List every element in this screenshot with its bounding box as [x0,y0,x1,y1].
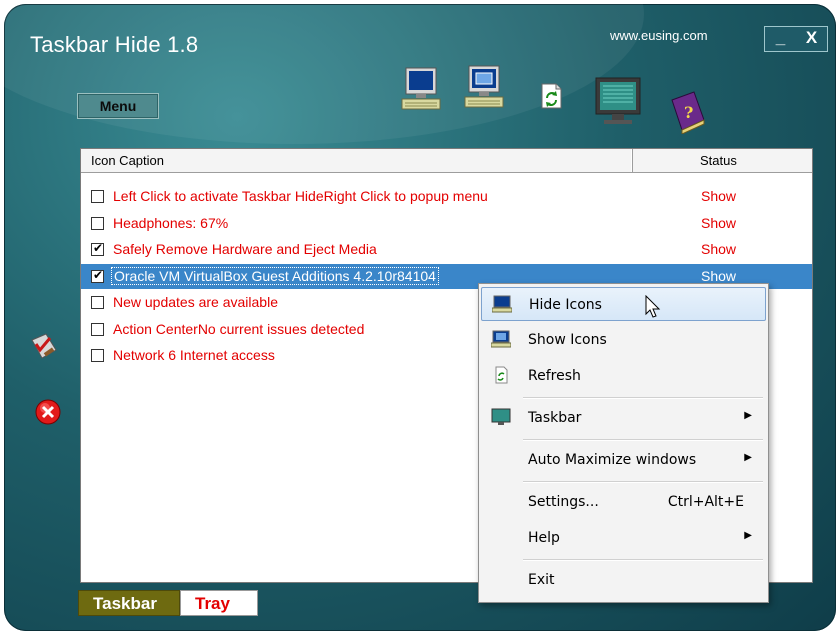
row-checkbox[interactable] [91,241,104,256]
row-caption: Left Click to activate Taskbar HideRight… [113,188,488,204]
list-header: Icon Caption Status [81,149,812,173]
taskbar-monitor-icon [491,408,511,426]
context-menu: Hide Icons Show Icons Refresh Taskbar ▶ … [478,283,769,603]
website-link[interactable]: www.eusing.com [610,28,708,43]
mouse-cursor-icon [645,294,661,323]
menu-separator [523,559,763,561]
row-status: Show [701,214,737,231]
menu-separator [523,397,763,399]
menu-item-help[interactable]: Help ▶ [481,521,766,555]
minimize-button[interactable]: _ [765,27,796,51]
row-status: Show [701,267,737,284]
row-status: Show [701,188,737,204]
menu-item-auto-maximize[interactable]: Auto Maximize windows ▶ [481,443,766,477]
column-header-status[interactable]: Status [634,149,811,172]
refresh-icon[interactable] [538,82,564,110]
menu-item-label: Show Icons [528,332,607,348]
row-checkbox[interactable] [91,322,104,336]
menu-item-taskbar[interactable]: Taskbar ▶ [481,401,766,435]
menu-separator [523,481,763,483]
taskbar-monitor-icon[interactable] [594,76,642,126]
window-controls: _ X [764,26,828,52]
menu-item-exit[interactable]: Exit [481,563,766,597]
show-icons-monitor-icon [490,330,512,348]
row-status: Show [701,241,737,257]
row-caption: Safely Remove Hardware and Eject Media [113,241,377,257]
row-caption: Action CenterNo current issues detected [113,320,365,337]
row-checkbox[interactable] [91,216,104,230]
table-row[interactable]: Headphones: 67% Show [81,211,812,236]
tab-tray[interactable]: Tray [180,590,258,616]
menu-item-settings[interactable]: Settings... Ctrl+Alt+E [481,485,766,519]
menu-button[interactable]: Menu [77,93,159,119]
menu-item-label: Taskbar [528,410,582,426]
submenu-arrow-icon: ▶ [744,452,752,463]
menu-item-label: Refresh [528,368,581,384]
row-checkbox[interactable] [91,268,104,283]
tab-taskbar[interactable]: Taskbar [78,590,180,616]
submenu-arrow-icon: ▶ [744,410,752,421]
help-book-icon[interactable]: ? [666,90,708,135]
settings-shortcut: Ctrl+Alt+E [667,494,744,510]
row-checkbox[interactable] [91,349,104,362]
row-caption: Oracle VM VirtualBox Guest Additions 4.2… [111,266,439,285]
menu-item-label: Exit [528,572,555,588]
table-row[interactable]: Left Click to activate Taskbar HideRight… [81,184,812,209]
edit-checklist-icon[interactable] [28,332,60,362]
menu-item-refresh[interactable]: Refresh [481,359,766,393]
column-header-icon-caption[interactable]: Icon Caption [81,149,633,172]
row-caption: New updates are available [113,294,278,310]
delete-icon[interactable] [34,398,62,426]
row-caption: Headphones: 67% [113,214,229,231]
menu-item-label: Help [528,530,560,546]
hide-icons-monitor-icon[interactable] [400,66,442,112]
app-title: Taskbar Hide 1.8 [30,32,199,57]
menu-item-label: Hide Icons [529,297,602,313]
menu-separator [523,439,763,441]
table-row[interactable]: Safely Remove Hardware and Eject Media Sh… [81,237,812,262]
menu-item-label: Auto Maximize windows [528,452,697,468]
svg-text:?: ? [684,103,693,122]
refresh-icon [491,366,511,384]
hide-icons-monitor-icon [491,295,513,313]
bottom-tabs: Taskbar Tray [78,590,258,616]
menu-item-show-icons[interactable]: Show Icons [481,323,766,357]
row-checkbox[interactable] [91,190,104,203]
submenu-arrow-icon: ▶ [744,530,752,541]
menu-item-label: Settings... [528,494,599,510]
row-caption: Network 6 Internet access [113,347,275,363]
row-checkbox[interactable] [91,296,104,309]
menu-item-hide-icons[interactable]: Hide Icons [481,287,766,321]
show-icons-monitor-icon[interactable] [462,64,506,110]
close-button[interactable]: X [796,27,827,51]
